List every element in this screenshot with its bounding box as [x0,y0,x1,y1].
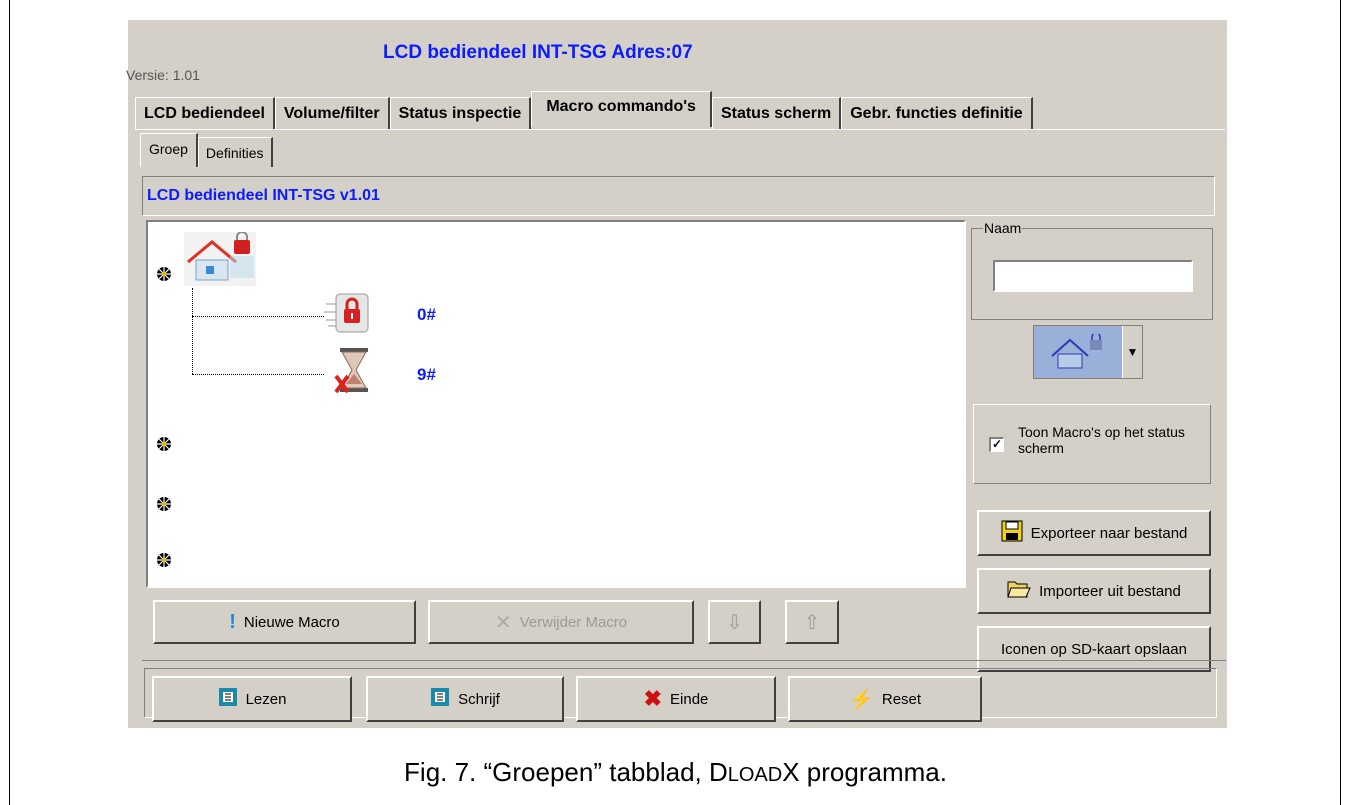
show-macros-checkbox[interactable]: ✓ [989,437,1004,452]
icon-select-dropdown[interactable]: ▼ [1033,325,1143,379]
caption-prefix: Fig. 7. “Groepen” tabblad, D [404,757,728,787]
computer-read-icon [218,687,238,711]
device-header: LCD bediendeel INT-TSG v1.01 [142,176,1215,216]
export-label: Exporteer naar bestand [1030,524,1188,542]
subtab-definities[interactable]: Definities [197,137,273,167]
hourglass-cancel-icon[interactable] [334,346,374,394]
caption-suffix: X programma. [782,757,947,787]
tab-volume-filter[interactable]: Volume/filter [274,97,390,129]
write-button[interactable]: Schrijf [366,676,564,722]
chevron-down-icon[interactable]: ▼ [1122,326,1142,378]
tab-lcd-bediendeel[interactable]: LCD bediendeel [135,97,275,129]
right-panel: Naam ▼ ✓ Toon Macro's op het status sche… [971,220,1225,672]
caption-smallcaps: LOAD [727,764,783,786]
tree-connector [192,316,324,317]
group-node-icon[interactable] [156,552,172,568]
main-tabs: LCD bediendeel Volume/filter Status insp… [135,91,1033,129]
read-button[interactable]: Lezen [152,676,352,722]
window-title: LCD bediendeel INT-TSG Adres:07 [383,42,693,63]
tab-status-scherm[interactable]: Status scherm [711,97,842,129]
tree-connector [192,374,324,375]
import-button[interactable]: Importeer uit bestand [977,568,1211,614]
reset-button[interactable]: ⚡ Reset [788,676,982,722]
computer-write-icon [430,687,450,711]
open-folder-icon [1007,579,1031,603]
house-lock-icon[interactable] [184,231,256,286]
move-down-button[interactable]: ⇩ [708,600,761,644]
exit-button[interactable]: ✖ Einde [576,676,776,722]
delete-x-icon: ✕ [494,611,512,634]
exclamation-icon: ! [229,610,236,633]
tree-connector [192,288,193,374]
group-node-icon[interactable] [156,266,172,282]
delete-macro-label: Verwijder Macro [519,613,628,631]
tabs-divider [135,129,1225,130]
naam-input[interactable] [993,260,1193,292]
floppy-disk-icon [1001,520,1023,546]
naam-group: Naam [971,220,1213,320]
tab-gebr-functies-definitie[interactable]: Gebr. functies definitie [841,97,1033,129]
macro-key-9[interactable]: 9# [417,365,436,385]
macro-tree[interactable]: 0# 9# [146,220,966,588]
save-icons-label: Iconen op SD-kaart opslaan [1001,640,1187,658]
delete-macro-button[interactable]: ✕ Verwijder Macro [428,600,694,644]
exit-label: Einde [670,690,709,708]
subtab-groep[interactable]: Groep [140,133,198,167]
group-node-icon[interactable] [156,436,172,452]
close-icon: ✖ [643,686,663,711]
export-button[interactable]: Exporteer naar bestand [977,510,1211,556]
reset-label: Reset [881,690,922,708]
show-macros-label: Toon Macro's op het status scherm [1018,424,1185,456]
sub-tabs: Groep Definities [140,133,273,167]
new-macro-button[interactable]: ! Nieuwe Macro [153,600,416,644]
lock-icon[interactable] [324,292,372,336]
tab-status-inspectie[interactable]: Status inspectie [389,97,532,129]
group-node-icon[interactable] [156,496,172,512]
figure-caption: Fig. 7. “Groepen” tabblad, DLOADX progra… [0,757,1351,788]
read-label: Lezen [245,690,287,708]
move-up-button[interactable]: ⇧ [785,600,839,644]
tab-macro-commandos[interactable]: Macro commando's [531,91,712,127]
import-label: Importeer uit bestand [1039,582,1181,600]
write-label: Schrijf [458,690,500,708]
macro-key-0[interactable]: 0# [417,305,436,325]
show-macros-group: ✓ Toon Macro's op het status scherm [973,404,1211,484]
new-macro-label: Nieuwe Macro [243,613,340,631]
version-label: Versie: 1.01 [126,67,200,83]
app-window: LCD bediendeel INT-TSG Adres:07 Versie: … [126,20,1227,728]
reset-icon: ⚡ [848,688,874,711]
naam-label: Naam [983,220,1023,236]
house-lock-icon [1034,326,1122,378]
